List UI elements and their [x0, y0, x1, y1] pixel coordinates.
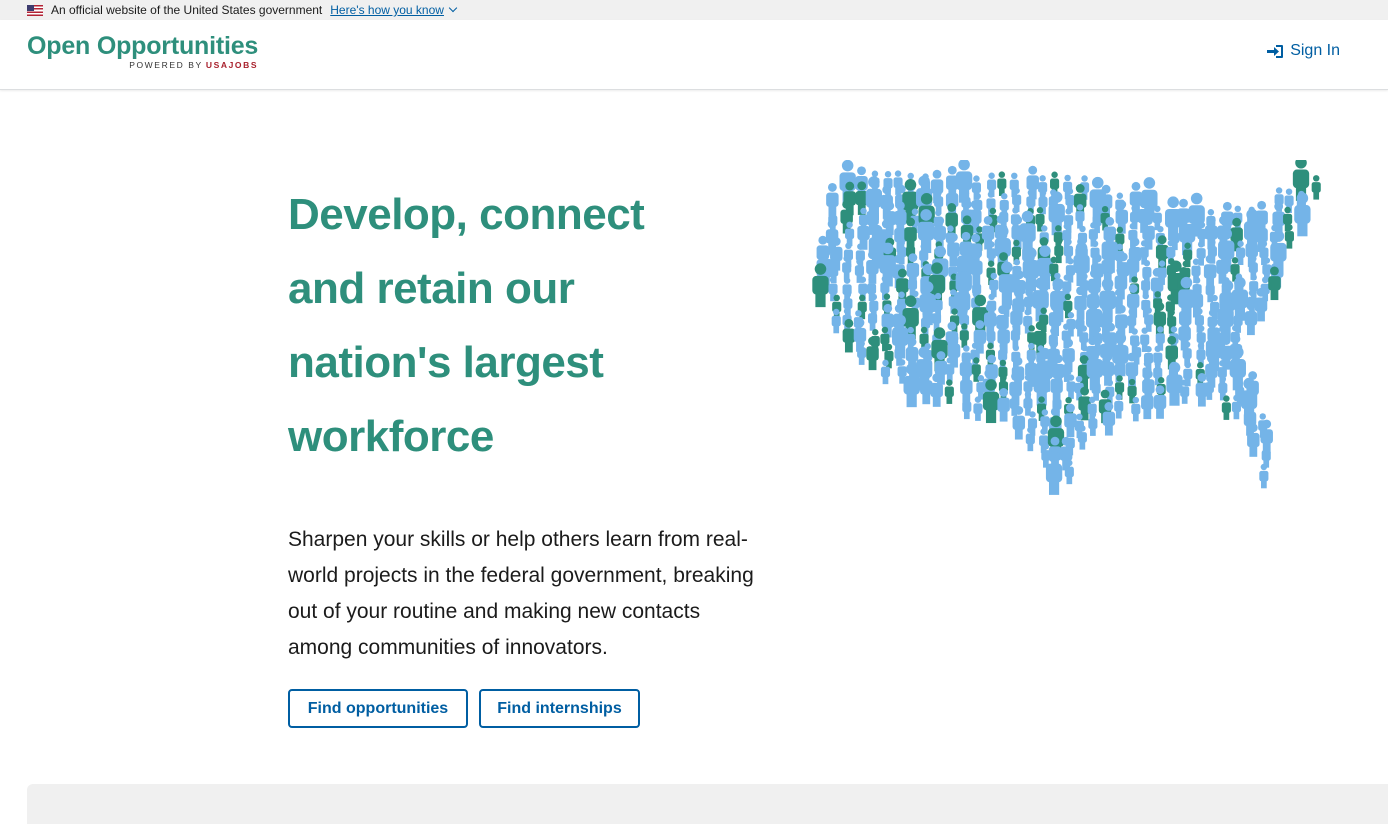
- person-figure-icon: [831, 308, 841, 334]
- find-opportunities-button[interactable]: Find opportunities: [288, 689, 468, 728]
- person-figure-icon: [840, 199, 853, 234]
- person-figure-icon: [1075, 204, 1085, 229]
- person-figure-icon: [1025, 426, 1035, 452]
- person-figure-icon: [997, 388, 1010, 422]
- person-figure-icon: [1153, 385, 1167, 419]
- person-figure-icon: [1077, 425, 1087, 450]
- find-internships-button[interactable]: Find internships: [479, 689, 640, 728]
- person-figure-icon: [930, 373, 943, 407]
- person-figure-icon: [1221, 395, 1231, 420]
- content-panel: [27, 784, 1388, 824]
- person-figure-icon: [945, 357, 955, 382]
- person-figure-icon: [1045, 451, 1063, 495]
- person-figure-icon: [1088, 411, 1098, 436]
- person-figure-icon: [1268, 266, 1281, 301]
- person-figure-icon: [1284, 224, 1294, 249]
- heres-how-you-know-label: Here's how you know: [330, 3, 444, 17]
- person-figure-icon: [1131, 396, 1141, 422]
- logo-powered-by: POWERED BY USAJOBS: [129, 60, 258, 70]
- logo-powered-text: POWERED BY: [129, 60, 203, 70]
- person-figure-icon: [959, 323, 969, 348]
- sign-in-label: Sign In: [1290, 42, 1340, 59]
- person-figure-icon: [842, 255, 852, 280]
- gov-banner-text: An official website of the United States…: [51, 3, 323, 17]
- gov-banner: An official website of the United States…: [0, 0, 1388, 20]
- person-figure-icon: [997, 171, 1007, 196]
- person-figure-icon: [1012, 406, 1026, 440]
- us-map-people-illustration: [812, 160, 1321, 495]
- logo-usajobs-text: USAJOBS: [205, 60, 259, 70]
- heres-how-you-know-link[interactable]: Here's how you know: [330, 3, 458, 17]
- person-figure-icon: [842, 318, 856, 353]
- person-figure-icon: [1143, 345, 1154, 371]
- person-figure-icon: [868, 306, 878, 331]
- person-figure-icon: [812, 263, 829, 308]
- person-figure-icon: [1102, 402, 1116, 436]
- person-figure-icon: [1064, 459, 1074, 485]
- person-figure-icon: [1294, 192, 1311, 237]
- chevron-down-icon: [448, 3, 458, 13]
- hero-title: Develop, connect and retain our nation's…: [288, 190, 645, 461]
- person-figure-icon: [842, 277, 852, 302]
- person-figure-icon: [904, 217, 917, 252]
- person-figure-icon: [1170, 225, 1180, 251]
- person-figure-icon: [853, 318, 867, 352]
- person-figure-icon: [982, 379, 1000, 424]
- person-figure-icon: [857, 340, 867, 365]
- sign-in-link[interactable]: Sign In: [1267, 42, 1340, 60]
- us-flag-icon: [27, 4, 43, 16]
- site-header: Open Opportunities POWERED BY USAJOBS Sig…: [0, 20, 1388, 90]
- sign-in-icon: [1267, 44, 1284, 58]
- person-figure-icon: [1245, 233, 1258, 267]
- person-figure-icon: [1166, 361, 1183, 406]
- person-figure-icon: [1073, 242, 1090, 287]
- person-figure-icon: [989, 272, 999, 298]
- person-figure-icon: [880, 359, 891, 385]
- person-figure-icon: [1010, 301, 1023, 335]
- person-figure-icon: [944, 379, 954, 404]
- person-figure-icon: [832, 294, 842, 320]
- person-figure-icon: [1247, 423, 1260, 457]
- person-figure-icon: [845, 221, 855, 247]
- person-figure-icon: [866, 336, 879, 371]
- person-figure-icon: [1114, 394, 1124, 419]
- person-figure-icon: [973, 396, 983, 421]
- site-logo[interactable]: Open Opportunities POWERED BY USAJOBS: [27, 32, 259, 70]
- person-figure-icon: [1180, 379, 1190, 404]
- person-figure-icon: [1231, 394, 1241, 420]
- logo-title: Open Opportunities: [27, 32, 259, 60]
- person-figure-icon: [1244, 301, 1258, 336]
- person-figure-icon: [945, 183, 959, 217]
- person-figure-icon: [1010, 323, 1020, 348]
- person-figure-icon: [962, 394, 972, 420]
- person-figure-icon: [931, 306, 942, 331]
- person-figure-icon: [1311, 175, 1321, 200]
- hero-description: Sharpen your skills or help others learn…: [288, 528, 754, 659]
- person-figure-icon: [1141, 385, 1154, 420]
- person-figure-icon: [903, 363, 920, 408]
- person-figure-icon: [1259, 463, 1269, 489]
- person-figure-icon: [1066, 374, 1076, 399]
